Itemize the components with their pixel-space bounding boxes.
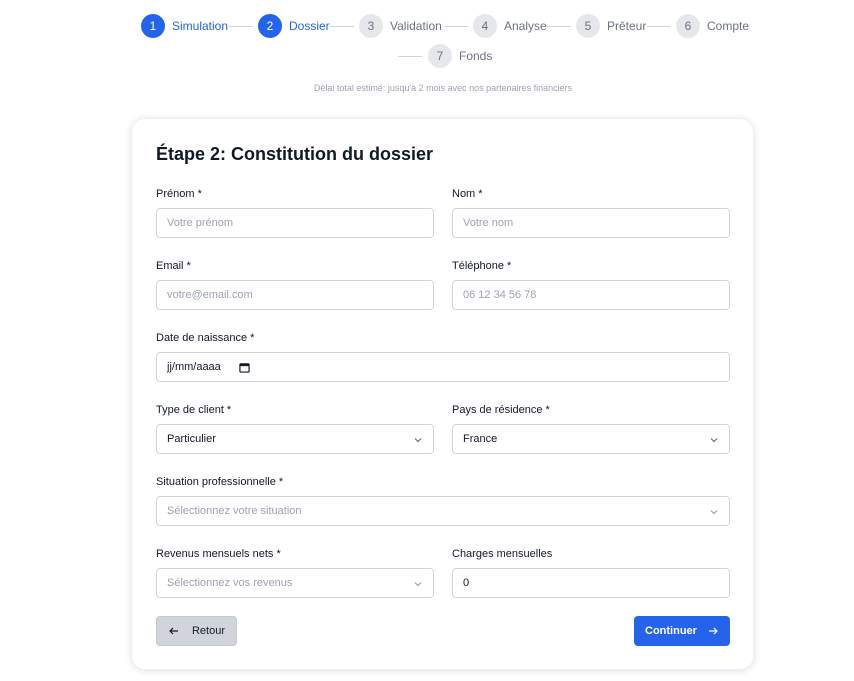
step-connector (547, 26, 571, 27)
email-input[interactable]: votre@email.com (156, 280, 434, 310)
income-select[interactable]: Sélectionnez vos revenus (156, 568, 434, 598)
step-label: Compte (707, 19, 750, 33)
step-compte[interactable]: 6 Compte (676, 14, 749, 38)
chevron-down-icon (414, 438, 422, 443)
form-title: Étape 2: Constitution du dossier (156, 144, 434, 164)
step-fonds[interactable]: 7 Fonds (428, 44, 492, 68)
income-label: Revenus mensuels nets * (156, 548, 281, 560)
step-dossier[interactable]: 2 Dossier (258, 14, 330, 38)
telephone-input[interactable]: 06 12 34 56 78 (452, 280, 730, 310)
step-simulation[interactable]: 1 Simulation (141, 14, 228, 38)
step-label: Analyse (504, 19, 547, 33)
job-situation-select[interactable]: Sélectionnez votre situation (156, 496, 730, 526)
step-number: 3 (359, 14, 383, 38)
country-label: Pays de résidence * (452, 404, 550, 416)
step-validation[interactable]: 3 Validation (359, 14, 442, 38)
estimated-delay-note: Délai total estimé: jusqu'à 2 mois avec … (313, 83, 573, 93)
nom-input[interactable]: Votre nom (452, 208, 730, 238)
income-placeholder: Sélectionnez vos revenus (167, 577, 293, 589)
prenom-input[interactable]: Votre prénom (156, 208, 434, 238)
back-button-label: Retour (191, 625, 226, 637)
telephone-label: Téléphone * (452, 260, 512, 272)
calendar-icon[interactable] (239, 362, 250, 373)
arrow-right-icon (708, 627, 718, 635)
continue-button-label: Continuer (645, 625, 697, 637)
email-label: Email * (156, 260, 191, 272)
step-number: 2 (258, 14, 282, 38)
step-connector (398, 56, 422, 57)
chevron-down-icon (710, 510, 718, 515)
step-label: Prêteur (607, 19, 647, 33)
step-label: Fonds (459, 49, 493, 63)
prenom-label: Prénom * (156, 188, 202, 200)
chevron-down-icon (414, 582, 422, 587)
birthdate-label: Date de naissance * (156, 332, 255, 344)
client-type-value: Particulier (167, 433, 216, 445)
birthdate-value: jj/mm/aaaa (167, 361, 221, 373)
charges-input[interactable]: 0 (452, 568, 730, 598)
country-value: France (463, 433, 498, 445)
step-number: 6 (676, 14, 700, 38)
step-analyse[interactable]: 4 Analyse (473, 14, 547, 38)
job-situation-label: Situation professionnelle * (156, 476, 284, 488)
continue-button[interactable]: Continuer (634, 616, 730, 646)
client-type-label: Type de client * (156, 404, 232, 416)
arrow-left-icon (169, 627, 178, 635)
step-number: 1 (141, 14, 165, 38)
step-label: Simulation (172, 19, 229, 33)
step-connector (330, 26, 354, 27)
step-number: 5 (576, 14, 600, 38)
back-button[interactable]: Retour (156, 616, 237, 646)
charges-label: Charges mensuelles (452, 548, 553, 560)
client-type-select[interactable]: Particulier (156, 424, 434, 454)
chevron-down-icon (710, 438, 718, 443)
step-connector (647, 26, 671, 27)
birthdate-input[interactable]: jj/mm/aaaa (156, 352, 730, 382)
step-number: 4 (473, 14, 497, 38)
step-label: Dossier (289, 19, 330, 33)
country-select[interactable]: France (452, 424, 730, 454)
step-preteur[interactable]: 5 Prêteur (576, 14, 646, 38)
nom-label: Nom * (452, 188, 483, 200)
step-connector (444, 26, 468, 27)
job-situation-placeholder: Sélectionnez votre situation (167, 505, 302, 517)
step-label: Validation (390, 19, 442, 33)
step-number: 7 (428, 44, 452, 68)
step-connector (229, 26, 253, 27)
